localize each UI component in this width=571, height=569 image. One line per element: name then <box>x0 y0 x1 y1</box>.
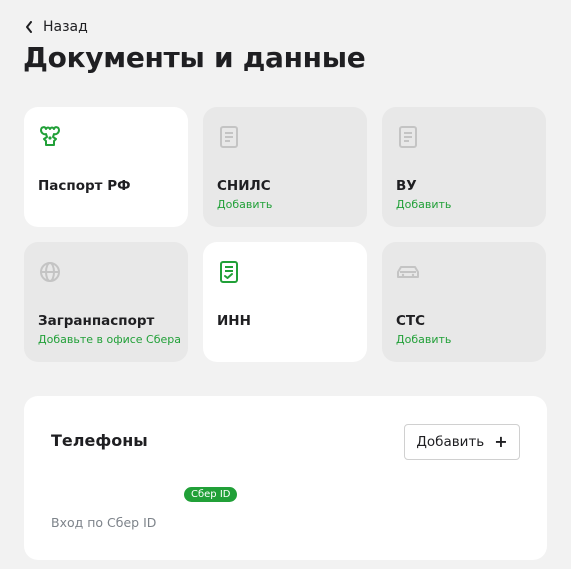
card-name: СНИЛС <box>217 178 271 194</box>
card-vu[interactable]: ВУ Добавить <box>382 107 546 227</box>
plus-icon: + <box>494 432 508 451</box>
document-icon <box>395 124 421 150</box>
card-sts[interactable]: СТС Добавить <box>382 242 546 362</box>
car-icon <box>395 259 421 285</box>
document-check-icon <box>216 259 242 285</box>
add-link[interactable]: Добавить <box>396 198 451 211</box>
document-icon <box>216 124 242 150</box>
card-name: СТС <box>396 313 426 329</box>
passport-emblem-icon <box>37 124 63 150</box>
globe-icon <box>37 259 63 285</box>
add-link[interactable]: Добавить <box>217 198 272 211</box>
chevron-left-icon <box>26 21 32 33</box>
add-phone-button[interactable]: Добавить + <box>404 424 520 460</box>
card-name: ВУ <box>396 178 417 194</box>
add-link[interactable]: Добавить <box>396 333 451 346</box>
card-name: Загранпаспорт <box>38 313 155 329</box>
card-name: Паспорт РФ <box>38 178 131 194</box>
back-link[interactable]: Назад <box>25 19 88 35</box>
phones-title: Телефоны <box>51 431 148 450</box>
sber-id-login-label: Вход по Сбер ID <box>51 515 157 530</box>
office-link[interactable]: Добавьте в офисе Сбера <box>38 333 181 346</box>
page-title: Документы и данные <box>23 41 366 74</box>
card-passport[interactable]: Паспорт РФ <box>24 107 188 227</box>
card-name: ИНН <box>217 313 251 329</box>
card-snils[interactable]: СНИЛС Добавить <box>203 107 367 227</box>
card-inn[interactable]: ИНН <box>203 242 367 362</box>
sber-id-badge: Сбер ID <box>184 487 238 502</box>
phones-section: Телефоны Добавить + Сбер ID Вход по Сбер… <box>24 396 547 560</box>
card-zagranpassport[interactable]: Загранпаспорт Добавьте в офисе Сбера <box>24 242 188 362</box>
back-label: Назад <box>43 19 88 35</box>
add-phone-label: Добавить <box>416 434 485 450</box>
